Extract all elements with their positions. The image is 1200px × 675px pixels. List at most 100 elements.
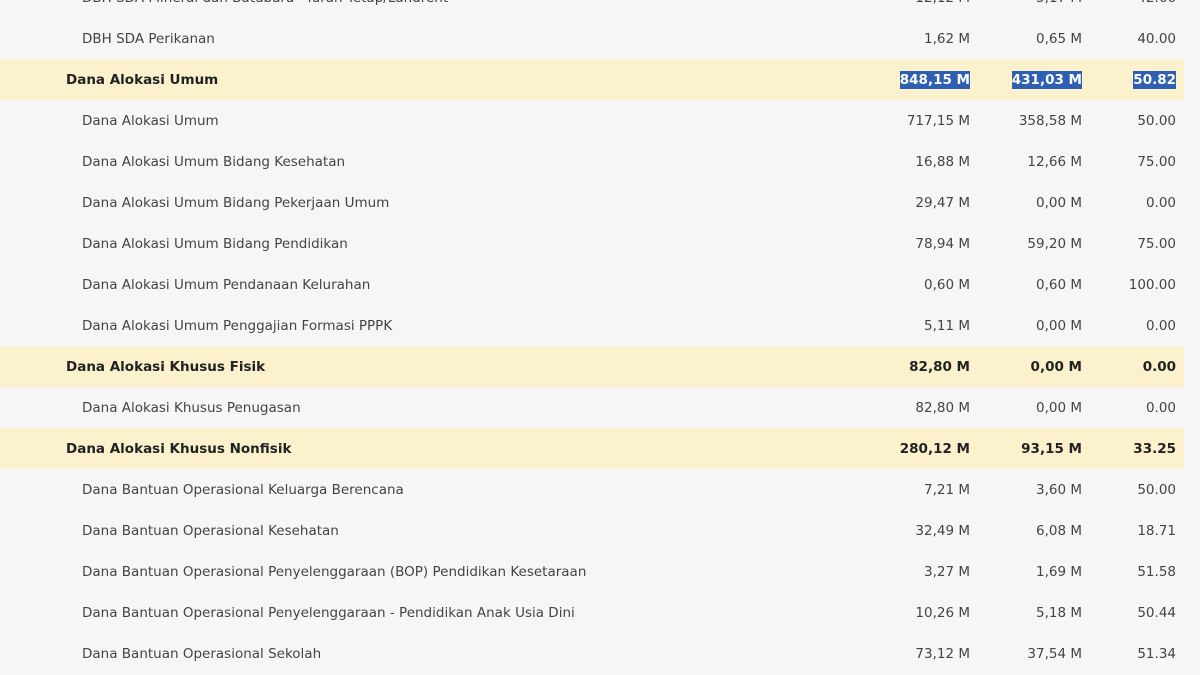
realization-value-text: 59,20 M [1027, 235, 1082, 252]
table-row: Dana Alokasi Umum Bidang Kesehatan 16,88 … [0, 141, 1184, 182]
table-row: Dana Alokasi Umum Bidang Pendidikan 78,94… [0, 223, 1184, 264]
percentage-value: 50.82 [1090, 70, 1184, 89]
realization-value: 0,00 M [978, 400, 1090, 416]
realization-value-text: 3,60 M [1036, 481, 1082, 498]
realization-value: 0,00 M [978, 195, 1090, 211]
realization-value: 358,58 M [978, 113, 1090, 129]
budget-value-text: 16,88 M [915, 153, 970, 170]
percentage-value-text: 50.00 [1137, 112, 1176, 129]
row-label: Dana Alokasi Khusus Nonfisik [66, 440, 292, 457]
realization-value: 0,00 M [978, 359, 1090, 375]
percentage-value: 75.00 [1090, 154, 1184, 170]
realization-value-text: 0,00 M [1036, 317, 1082, 334]
percentage-value-text: 75.00 [1137, 235, 1176, 252]
percentage-value-text: 0.00 [1145, 194, 1176, 211]
realization-value-text: 0,00 M [1036, 194, 1082, 211]
budget-value: 3,27 M [808, 564, 978, 580]
budget-value-text: 82,80 M [909, 358, 970, 375]
percentage-value: 0.00 [1090, 400, 1184, 416]
percentage-value-text: 50.44 [1137, 604, 1176, 621]
percentage-value-text: 33.25 [1133, 440, 1176, 457]
percentage-value-text: 75.00 [1137, 153, 1176, 170]
row-label: Dana Bantuan Operasional Sekolah [82, 645, 322, 662]
table-row: Dana Alokasi Umum 717,15 M 358,58 M 50.00 [0, 100, 1184, 141]
realization-value: 93,15 M [978, 441, 1090, 457]
percentage-value: 42.66 [1090, 0, 1184, 6]
percentage-value-text: 40.00 [1137, 30, 1176, 47]
realization-value-text: 37,54 M [1027, 645, 1082, 662]
realization-value: 1,69 M [978, 564, 1090, 580]
budget-value: 82,80 M [808, 400, 978, 416]
realization-value-text: 93,15 M [1021, 440, 1082, 457]
budget-value-text: 3,27 M [924, 563, 970, 580]
table-group-row: Dana Alokasi Khusus Fisik 82,80 M 0,00 M 0.… [0, 346, 1184, 387]
realization-value-text: 0,00 M [1030, 358, 1082, 375]
percentage-value: 51.58 [1090, 564, 1184, 580]
row-label: Dana Alokasi Umum Pendanaan Kelurahan [82, 276, 371, 293]
budget-value-text: 280,12 M [899, 440, 970, 457]
row-label: Dana Alokasi Umum Bidang Pendidikan [82, 235, 348, 252]
budget-value: 1,62 M [808, 31, 978, 47]
budget-value: 848,15 M [808, 70, 978, 89]
budget-value: 12,12 M [808, 0, 978, 6]
realization-value: 12,66 M [978, 154, 1090, 170]
budget-value-text: 848,15 M [899, 70, 970, 89]
budget-value: 280,12 M [808, 441, 978, 457]
budget-value: 16,88 M [808, 154, 978, 170]
realization-value-text: 12,66 M [1027, 153, 1082, 170]
realization-value: 431,03 M [978, 70, 1090, 89]
realization-value: 3,60 M [978, 482, 1090, 498]
percentage-value-text: 50.00 [1137, 481, 1176, 498]
row-label: DBH SDA Perikanan [82, 30, 215, 47]
percentage-value: 40.00 [1090, 31, 1184, 47]
row-label: Dana Bantuan Operasional Penyelenggaraan… [82, 563, 587, 580]
realization-value-text: 1,69 M [1036, 563, 1082, 580]
budget-value-text: 10,26 M [915, 604, 970, 621]
realization-value: 0,00 M [978, 318, 1090, 334]
realization-value: 5,18 M [978, 605, 1090, 621]
budget-value: 7,21 M [808, 482, 978, 498]
budget-value: 32,49 M [808, 523, 978, 539]
realization-value: 37,54 M [978, 646, 1090, 662]
row-label: Dana Bantuan Operasional Kesehatan [82, 522, 339, 539]
realization-value: 0,65 M [978, 31, 1090, 47]
table-row: Dana Bantuan Operasional Penyelenggaraan… [0, 551, 1184, 592]
realization-value: 6,08 M [978, 523, 1090, 539]
budget-value: 78,94 M [808, 236, 978, 252]
table-row: Dana Bantuan Operasional Keluarga Berenc… [0, 469, 1184, 510]
realization-value-text: 0,00 M [1036, 399, 1082, 416]
budget-value-text: 5,11 M [924, 317, 970, 334]
budget-value: 29,47 M [808, 195, 978, 211]
budget-table-viewport: DBH SDA Mineral dan Batubara - Iuran Tet… [0, 0, 1200, 675]
table-row: Dana Alokasi Khusus Penugasan 82,80 M 0,00… [0, 387, 1184, 428]
table-row: DBH SDA Perikanan 1,62 M 0,65 M 40.00 [0, 18, 1184, 59]
table-row: Dana Bantuan Operasional Penyelenggaraan… [0, 592, 1184, 633]
row-label: DBH SDA Mineral dan Batubara - Iuran Tet… [0, 0, 808, 6]
budget-value-text: 1,62 M [924, 30, 970, 47]
percentage-value: 0.00 [1090, 195, 1184, 211]
row-label: Dana Alokasi Umum Bidang Kesehatan [82, 153, 346, 170]
budget-value-text: 717,15 M [906, 112, 970, 129]
realization-value-text: 431,03 M [1011, 70, 1082, 89]
percentage-value-text: 51.34 [1137, 645, 1176, 662]
budget-value-text: 7,21 M [924, 481, 970, 498]
realization-value: 0,60 M [978, 277, 1090, 293]
percentage-value-text: 100.00 [1128, 276, 1176, 293]
budget-value: 0,60 M [808, 277, 978, 293]
row-label: Dana Alokasi Umum [82, 112, 219, 129]
budget-value: 5,11 M [808, 318, 978, 334]
realization-value: 5,17 M [978, 0, 1090, 6]
budget-value-text: 32,49 M [915, 522, 970, 539]
row-label: Dana Alokasi Khusus Penugasan [82, 399, 301, 416]
realization-value-text: 5,17 M [1036, 0, 1082, 6]
budget-value: 82,80 M [808, 359, 978, 375]
row-label: Dana Bantuan Operasional Keluarga Berenc… [82, 481, 404, 498]
percentage-value-text: 0.00 [1145, 399, 1176, 416]
budget-value: 717,15 M [808, 113, 978, 129]
scrollbar[interactable] [1184, 0, 1200, 675]
realization-value-text: 0,60 M [1036, 276, 1082, 293]
percentage-value: 33.25 [1090, 441, 1184, 457]
percentage-value-text: 51.58 [1137, 563, 1176, 580]
budget-value-text: 73,12 M [915, 645, 970, 662]
percentage-value-text: 42.66 [1137, 0, 1176, 6]
